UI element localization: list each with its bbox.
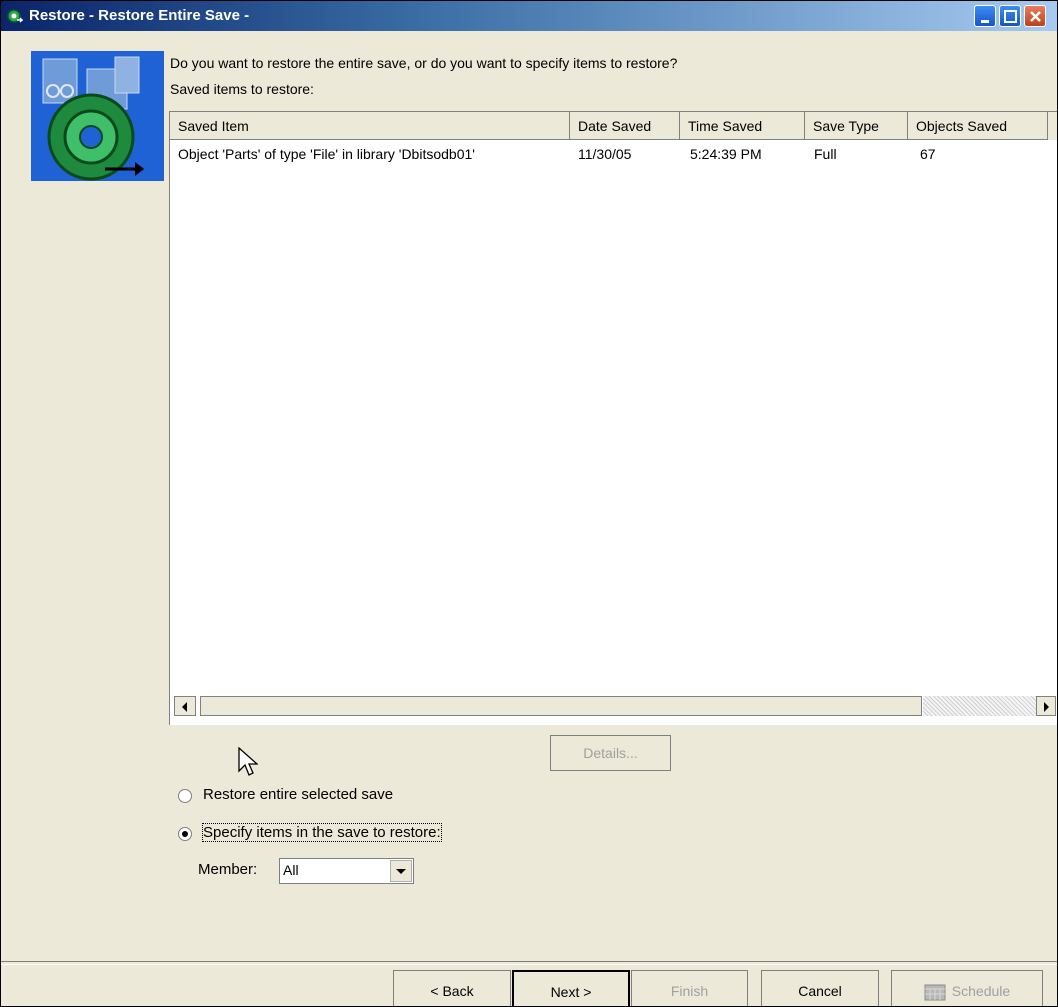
close-button[interactable] [1024,5,1046,27]
schedule-button[interactable]: Schedule [891,970,1043,1006]
next-button[interactable]: Next > [512,970,630,1006]
scroll-right-button[interactable] [1036,696,1056,716]
member-label: Member: [198,861,258,878]
close-icon [1030,11,1041,22]
restore-app-icon [7,9,23,23]
table-row[interactable]: Object 'Parts' of type 'File' in library… [170,143,1057,165]
horizontal-scrollbar[interactable] [170,696,1057,716]
arrow-right-icon [1044,702,1049,712]
member-select-value: All [283,862,299,878]
column-header-saved-item[interactable]: Saved Item [170,112,570,140]
finish-button[interactable]: Finish [631,970,748,1006]
saved-items-label: Saved items to restore: [170,81,314,97]
maximize-icon [1004,10,1017,23]
specify-items-radio[interactable] [178,827,192,841]
restore-entire-label[interactable]: Restore entire selected save [203,786,393,803]
restore-wizard-window: Restore - Restore Entire Save - Do you w… [0,0,1058,1007]
specify-items-label[interactable]: Specify items in the save to restore: [202,823,442,842]
chevron-down-icon [396,869,406,874]
cancel-button[interactable]: Cancel [761,970,879,1006]
column-header-time-saved[interactable]: Time Saved [680,112,805,140]
arrow-left-icon [182,702,187,712]
saved-items-table[interactable]: Saved Item Date Saved Time Saved Save Ty… [169,111,1057,725]
maximize-button[interactable] [999,5,1021,27]
wizard-graphic [31,51,164,181]
member-select[interactable]: All [279,858,414,884]
cell-objects-saved: 67 [920,146,936,162]
minimize-button[interactable] [974,5,996,27]
cell-save-type: Full [814,146,837,162]
calendar-icon [924,984,946,1001]
column-header-date-saved[interactable]: Date Saved [570,112,680,140]
scroll-thumb[interactable] [200,696,922,716]
window-title: Restore - Restore Entire Save - [29,7,250,24]
column-header-save-type[interactable]: Save Type [805,112,908,140]
back-button[interactable]: < Back [393,970,511,1006]
details-button[interactable]: Details... [550,735,671,771]
footer-divider [1,961,1057,965]
cell-date-saved: 11/30/05 [578,146,632,162]
scroll-track[interactable] [923,696,1036,716]
minimize-icon [981,20,989,23]
schedule-label: Schedule [951,983,1011,999]
column-header-objects-saved[interactable]: Objects Saved [908,112,1048,140]
table-header: Saved Item Date Saved Time Saved Save Ty… [170,112,1057,140]
scroll-left-button[interactable] [174,696,196,716]
member-dropdown-button[interactable] [390,860,412,882]
restore-entire-radio[interactable] [178,789,192,803]
wizard-question: Do you want to restore the entire save, … [170,55,678,71]
mouse-pointer-icon [238,747,258,776]
cell-saved-item: Object 'Parts' of type 'File' in library… [178,146,475,162]
cell-time-saved: 5:24:39 PM [690,146,762,162]
restore-illustration-icon [42,56,144,181]
title-bar[interactable]: Restore - Restore Entire Save - [1,1,1057,31]
